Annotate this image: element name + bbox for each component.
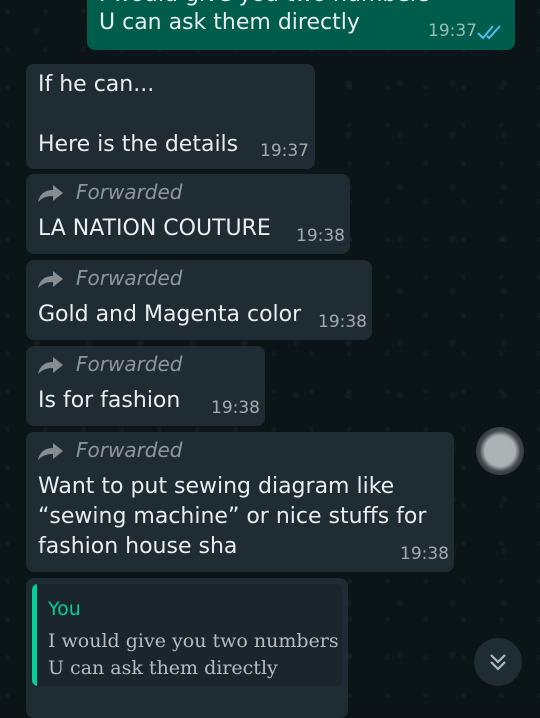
quote-accent-bar — [32, 584, 37, 686]
message-text-line: Is for fashion — [38, 388, 181, 413]
message-text-line: Here is the details — [38, 132, 239, 157]
message-timestamp: 19:38 — [296, 226, 345, 246]
message-text-line: Want to put sewing diagram like — [38, 474, 395, 499]
quoted-text-line: U can ask them directly — [48, 657, 278, 679]
message-text-line: “sewing machine” or nice stuffs for — [38, 504, 427, 529]
scroll-to-bottom-button[interactable] — [474, 638, 522, 686]
message-text-line: LA NATION COUTURE — [38, 216, 271, 241]
message-bubble-incoming-reply[interactable]: You I would give you two numbers U can a… — [26, 578, 348, 718]
forwarded-label: Forwarded — [76, 438, 183, 462]
forwarded-label: Forwarded — [76, 352, 183, 376]
message-text-line: fashion house sha — [38, 534, 238, 559]
message-text-line: If he can... — [38, 72, 155, 97]
message-bubble-incoming-forwarded[interactable]: Forwarded Is for fashion 19:38 — [26, 346, 265, 426]
message-bubble-incoming-forwarded[interactable]: Forwarded LA NATION COUTURE 19:38 — [26, 174, 350, 254]
message-timestamp: 19:37 — [260, 141, 309, 161]
message-bubble-outgoing[interactable]: I would give you two numbers U can ask t… — [87, 0, 515, 50]
message-bubble-incoming-forwarded[interactable]: Forwarded Gold and Magenta color 19:38 — [26, 260, 372, 340]
message-timestamp: 19:38 — [400, 544, 449, 564]
forwarded-label: Forwarded — [76, 180, 183, 204]
quoted-text-line: I would give you two numbers — [48, 630, 339, 652]
message-text-line: U can ask them directly — [99, 10, 360, 35]
message-timestamp: 19:37 — [428, 21, 477, 41]
forward-arrow-icon — [38, 443, 63, 460]
message-timestamp: 19:38 — [318, 312, 367, 332]
chevron-double-down-icon — [490, 654, 506, 671]
quoted-author: You — [48, 598, 81, 620]
message-timestamp: 19:38 — [211, 398, 260, 418]
double-check-icon — [477, 25, 501, 40]
message-bubble-incoming-forwarded[interactable]: Forwarded Want to put sewing diagram lik… — [26, 432, 454, 572]
forward-arrow-icon — [38, 271, 63, 288]
forward-arrow-icon — [38, 357, 63, 374]
forwarded-label: Forwarded — [76, 266, 183, 290]
message-text-line: Gold and Magenta color — [38, 302, 302, 327]
forward-arrow-icon — [38, 185, 63, 202]
touch-indicator — [476, 427, 524, 475]
message-bubble-incoming[interactable]: If he can... Here is the details 19:37 — [26, 64, 315, 169]
quoted-message[interactable]: You I would give you two numbers U can a… — [32, 584, 342, 686]
